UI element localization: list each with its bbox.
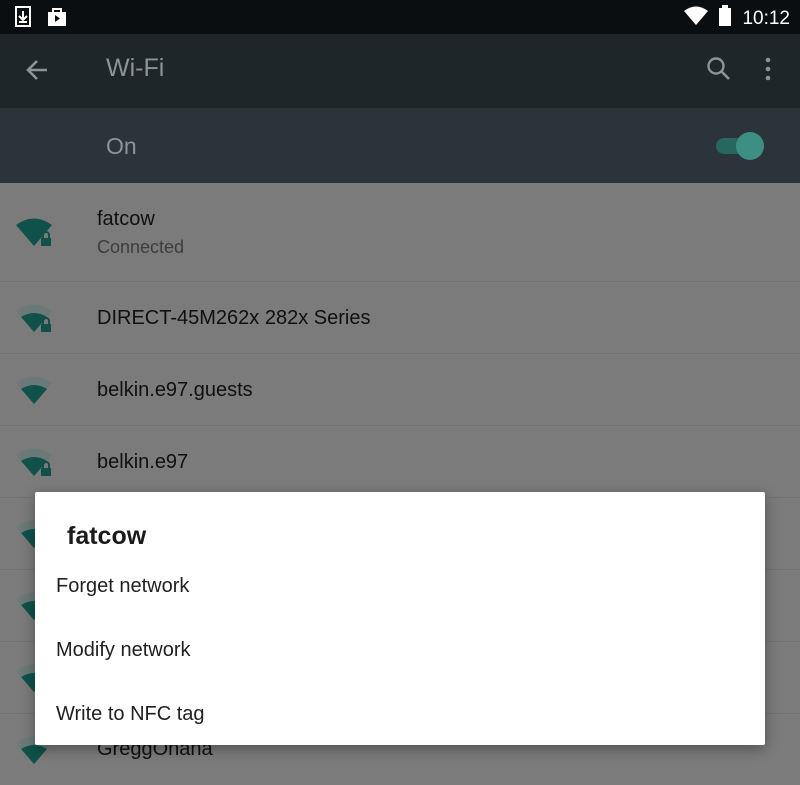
wifi-signal-icon bbox=[16, 374, 54, 411]
wifi-locked-icon bbox=[16, 216, 54, 253]
forget-network-option[interactable]: Forget network bbox=[56, 575, 189, 598]
more-vert-icon[interactable] bbox=[758, 56, 778, 87]
network-row[interactable]: belkin.e97 bbox=[0, 426, 800, 498]
app-bar: Wi-Fi bbox=[0, 34, 800, 108]
wifi-locked-icon bbox=[16, 446, 54, 483]
wifi-switch-bar: On bbox=[0, 108, 800, 183]
network-name: belkin.e97 bbox=[97, 451, 189, 473]
network-row[interactable]: belkin.e97.guests bbox=[0, 354, 800, 426]
dialog-title: fatcow bbox=[67, 522, 147, 550]
wifi-signal-icon bbox=[684, 6, 709, 31]
network-row[interactable]: fatcow Connected bbox=[0, 183, 800, 282]
write-nfc-tag-option[interactable]: Write to NFC tag bbox=[56, 703, 205, 726]
network-name: fatcow bbox=[97, 208, 155, 230]
status-bar: 10:12 bbox=[0, 0, 800, 34]
network-name: belkin.e97.guests bbox=[97, 379, 253, 401]
network-options-dialog: fatcow Forget network Modify network Wri… bbox=[35, 492, 765, 745]
page-title: Wi-Fi bbox=[106, 54, 165, 82]
network-name: DIRECT-45M262x 282x Series bbox=[97, 307, 371, 329]
battery-icon bbox=[718, 5, 732, 32]
search-icon[interactable] bbox=[706, 56, 732, 87]
shopping-bag-icon bbox=[46, 6, 68, 33]
network-row[interactable]: DIRECT-45M262x 282x Series bbox=[0, 282, 800, 354]
wifi-locked-icon bbox=[16, 302, 54, 339]
network-status: Connected bbox=[97, 237, 185, 257]
wifi-switch-label: On bbox=[106, 133, 137, 159]
back-arrow-icon[interactable] bbox=[24, 57, 50, 88]
modify-network-option[interactable]: Modify network bbox=[56, 639, 191, 662]
toggle-thumb bbox=[736, 132, 764, 160]
clock: 10:12 bbox=[742, 7, 790, 29]
download-icon bbox=[14, 6, 34, 33]
